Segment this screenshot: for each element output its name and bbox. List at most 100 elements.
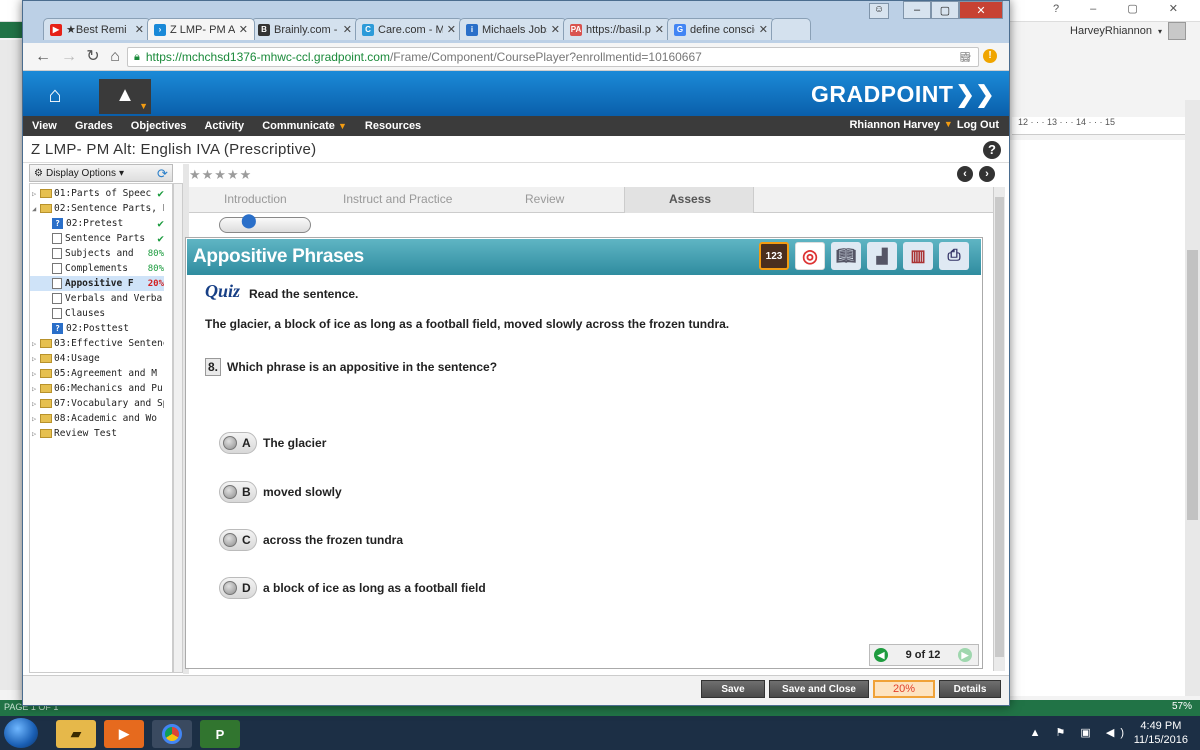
expand-icon[interactable]: ▷ — [32, 355, 40, 363]
tree-item[interactable]: ? 02:Pretest ✔ — [30, 216, 164, 231]
tab-instruct-and-practice[interactable]: Instruct and Practice — [343, 192, 452, 206]
answer-option[interactable]: Da block of ice as long as a football fi… — [219, 577, 486, 599]
tree-item[interactable]: ▷ 06:Mechanics and Pu — [30, 381, 164, 396]
printer-icon[interactable]: ⎙ — [939, 242, 969, 270]
logout-link[interactable]: Log Out — [957, 119, 999, 131]
tree-item[interactable]: ▷ 07:Vocabulary and Sp — [30, 396, 164, 411]
browser-tab[interactable]: B Brainly.com - F ✕ — [251, 18, 359, 40]
reload-icon[interactable]: ↻ — [83, 47, 103, 67]
expand-icon[interactable]: ▷ — [32, 400, 40, 408]
close-tab-icon[interactable]: ✕ — [551, 23, 560, 36]
chart-icon[interactable]: ▟ — [867, 242, 897, 270]
answer-radio[interactable]: B — [219, 481, 257, 503]
target-icon[interactable]: ◎ — [795, 242, 825, 270]
help-icon[interactable]: ? — [983, 141, 1001, 159]
save-and-close-button[interactable]: Save and Close — [769, 680, 869, 698]
project-app-icon[interactable]: P — [200, 720, 240, 748]
progress-slider[interactable] — [219, 217, 311, 233]
menu-item[interactable]: Communicate ▼ — [253, 120, 356, 132]
next-arrow-icon[interactable]: › — [979, 166, 995, 182]
answer-radio[interactable]: C — [219, 529, 257, 551]
books-icon[interactable]: ▥ — [903, 242, 933, 270]
tree-item[interactable]: ◢ 02:Sentence Parts, Pl — [30, 201, 164, 216]
close-tab-icon[interactable]: ✕ — [343, 23, 352, 36]
tree-item[interactable]: ▷ 08:Academic and Wo — [30, 411, 164, 426]
word-file-tab[interactable] — [0, 22, 22, 38]
start-button[interactable] — [4, 718, 38, 748]
expand-icon[interactable]: ▷ — [32, 430, 40, 438]
tab-review[interactable]: Review — [525, 192, 564, 206]
tree-item[interactable]: Clauses — [30, 306, 164, 321]
details-button[interactable]: Details — [939, 680, 1001, 698]
word-window-controls[interactable]: ? – ▢ ✕ — [1053, 2, 1192, 15]
tab-assess[interactable]: Assess — [669, 192, 711, 206]
close-tab-icon[interactable]: ✕ — [655, 23, 664, 36]
tree-item[interactable]: ▷ 01:Parts of Speec ✔ — [30, 186, 164, 201]
expand-icon[interactable]: ◢ — [32, 205, 40, 213]
browser-tab[interactable]: i Michaels Jobs, ✕ — [459, 18, 567, 40]
previous-arrow-icon[interactable]: ‹ — [957, 166, 973, 182]
slider-knob-icon[interactable]: ⬤ — [241, 212, 257, 228]
close-button[interactable]: ✕ — [959, 1, 1003, 19]
tree-item[interactable]: ▷ 03:Effective Sentence — [30, 336, 164, 351]
word-user[interactable]: HarveyRhiannon ▾ — [1070, 22, 1186, 40]
media-player-icon[interactable]: ▶ — [104, 720, 144, 748]
browser-tab[interactable]: PA https://basil.pe ✕ — [563, 18, 671, 40]
answer-option[interactable]: Bmoved slowly — [219, 481, 342, 503]
clock[interactable]: 4:49 PM 11/15/2016 — [1134, 719, 1188, 747]
menu-item[interactable]: Resources — [356, 120, 430, 132]
close-tab-icon[interactable]: ✕ — [135, 23, 144, 36]
browser-tab[interactable]: ▶ ★Best Remi ✕ — [43, 18, 151, 40]
tree-item[interactable]: Sentence Parts ✔ — [30, 231, 164, 246]
expand-icon[interactable]: ▷ — [32, 340, 40, 348]
tab-introduction[interactable]: Introduction — [224, 192, 287, 206]
next-question-icon[interactable]: ▶ — [958, 648, 972, 662]
browser-tab[interactable]: › Z LMP- PM Alt ✕ — [147, 18, 255, 40]
tree-scrollbar[interactable] — [173, 183, 183, 673]
tree-item[interactable]: ▷ 04:Usage — [30, 351, 164, 366]
answer-option[interactable]: A The glacier — [219, 432, 326, 454]
calculator-icon[interactable]: 123 — [759, 242, 789, 270]
refresh-icon[interactable]: ⟳ — [157, 166, 168, 182]
new-tab-button[interactable] — [771, 18, 811, 40]
answer-radio[interactable]: A — [219, 432, 257, 454]
previous-question-icon[interactable]: ◀ — [874, 648, 888, 662]
file-explorer-icon[interactable]: ▰ — [56, 720, 96, 748]
tree-item[interactable]: Appositive F 20% — [30, 276, 164, 291]
menu-item[interactable]: Grades — [66, 120, 122, 132]
menu-item[interactable]: View — [23, 120, 66, 132]
expand-icon[interactable]: ▷ — [32, 370, 40, 378]
rating-stars[interactable]: ★★★★★ — [189, 167, 252, 183]
tree-item[interactable]: Subjects and 80% — [30, 246, 164, 261]
chrome-icon[interactable] — [152, 720, 192, 748]
forward-icon[interactable]: → — [59, 47, 79, 67]
close-tab-icon[interactable]: ✕ — [239, 23, 248, 36]
answer-option[interactable]: Cacross the frozen tundra — [219, 529, 403, 551]
close-tab-icon[interactable]: ✕ — [447, 23, 456, 36]
maximize-button[interactable]: ▢ — [931, 1, 959, 19]
address-bar[interactable]: 🔒︎ https://mchchsd1376-mhwc-ccl.gradpoin… — [127, 47, 979, 67]
system-tray[interactable]: ▲ ⚑ ▣ ◀) — [1030, 726, 1130, 739]
graduation-cap-icon[interactable]: ▲ ▼ — [99, 79, 151, 114]
browser-tab[interactable]: C Care.com - My ✕ — [355, 18, 463, 40]
home-icon[interactable]: ⌂ — [41, 81, 69, 109]
extension-icon[interactable]: ▤ — [957, 49, 973, 65]
back-icon[interactable]: ← — [33, 47, 53, 67]
tree-item[interactable]: ▷ 05:Agreement and M — [30, 366, 164, 381]
extension-badge-icon[interactable]: ! — [983, 49, 997, 63]
tree-item[interactable]: Complements 80% — [30, 261, 164, 276]
display-options-button[interactable]: ⚙ Display Options ▾ — [29, 164, 173, 182]
tree-item[interactable]: ▷ Review Test — [30, 426, 164, 441]
close-tab-icon[interactable]: ✕ — [759, 23, 768, 36]
word-zoom-level[interactable]: 57% — [1172, 701, 1192, 712]
tree-item[interactable]: ? 02:Posttest — [30, 321, 164, 336]
menu-item[interactable]: Activity — [195, 120, 253, 132]
word-document-page[interactable] — [1010, 140, 1185, 696]
profile-icon[interactable]: ☺ — [869, 3, 889, 19]
book-icon[interactable]: 📖︎ — [831, 242, 861, 270]
browser-tab[interactable]: Gdefine conscien ✕ — [667, 18, 775, 40]
menu-item[interactable]: Objectives — [122, 120, 196, 132]
answer-radio[interactable]: D — [219, 577, 257, 599]
expand-icon[interactable]: ▷ — [32, 190, 40, 198]
save-button[interactable]: Save — [701, 680, 765, 698]
